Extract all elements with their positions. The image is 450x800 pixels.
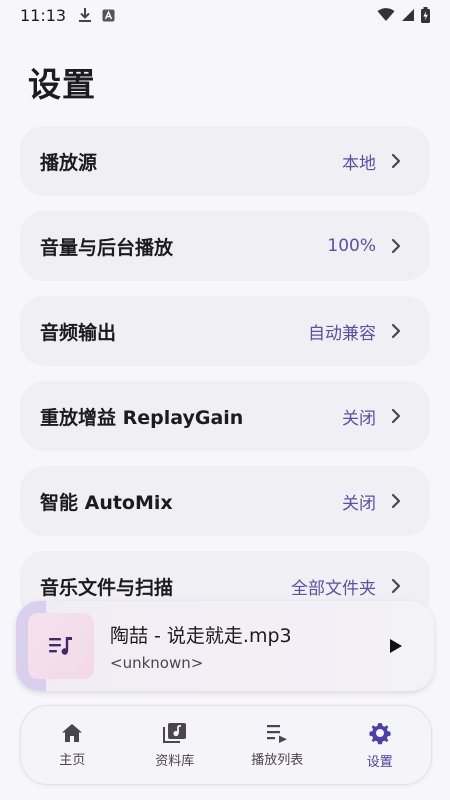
setting-label: 播放源 bbox=[40, 151, 98, 174]
now-playing-info: 陶喆 - 说走就走.mp3 <unknown> bbox=[110, 621, 292, 672]
library-icon bbox=[162, 722, 186, 743]
mini-player[interactable]: 陶喆 - 说走就走.mp3 <unknown> bbox=[16, 601, 434, 691]
nav-item-settings[interactable]: 设置 bbox=[330, 721, 430, 770]
play-icon bbox=[390, 639, 402, 653]
play-button[interactable] bbox=[384, 634, 408, 658]
status-bar: 11:13 bbox=[0, 0, 450, 30]
track-title: 陶喆 - 说走就走.mp3 bbox=[110, 624, 292, 647]
nav-item-playlist[interactable]: 播放列表 bbox=[227, 723, 327, 768]
setting-value: 关闭 bbox=[342, 493, 376, 514]
chevron-right-icon bbox=[391, 578, 401, 594]
chevron-right-icon bbox=[391, 323, 401, 339]
setting-value: 自动兼容 bbox=[308, 323, 376, 344]
status-left-icons bbox=[78, 7, 115, 23]
setting-volume-background[interactable]: 音量与后台播放 100% bbox=[20, 211, 430, 281]
setting-automix[interactable]: 智能 AutoMix 关闭 bbox=[20, 466, 430, 536]
music-list-icon bbox=[49, 637, 72, 655]
nav-label: 主页 bbox=[59, 752, 86, 768]
nav-label: 播放列表 bbox=[251, 752, 304, 768]
download-icon bbox=[78, 7, 92, 23]
home-icon bbox=[62, 723, 83, 742]
nav-label: 设置 bbox=[366, 754, 393, 770]
status-right-icons bbox=[377, 7, 430, 23]
setting-value: 全部文件夹 bbox=[291, 578, 376, 599]
chevron-right-icon bbox=[391, 408, 401, 424]
nav-label: 资料库 bbox=[155, 753, 195, 769]
status-time: 11:13 bbox=[20, 5, 67, 25]
setting-value: 100% bbox=[327, 236, 376, 256]
playlist-icon bbox=[267, 724, 288, 743]
chevron-right-icon bbox=[391, 238, 401, 254]
setting-label: 重放增益 ReplayGain bbox=[40, 406, 244, 429]
settings-list: 播放源 本地 音量与后台播放 100% 音频输出 自动兼容 重放增益 Repla… bbox=[20, 126, 430, 636]
setting-playback-source[interactable]: 播放源 本地 bbox=[20, 126, 430, 196]
bottom-nav: 主页 资料库 播放列表 设置 bbox=[20, 705, 432, 785]
setting-label: 音频输出 bbox=[40, 321, 117, 344]
signal-icon bbox=[401, 8, 415, 22]
chevron-right-icon bbox=[391, 153, 401, 169]
setting-value: 本地 bbox=[342, 153, 376, 174]
nav-item-home[interactable]: 主页 bbox=[22, 723, 122, 768]
track-artist: <unknown> bbox=[110, 653, 204, 672]
page-title: 设置 bbox=[28, 65, 96, 104]
setting-label: 智能 AutoMix bbox=[40, 491, 173, 514]
setting-label: 音乐文件与扫描 bbox=[40, 576, 174, 599]
setting-replaygain[interactable]: 重放增益 ReplayGain 关闭 bbox=[20, 381, 430, 451]
gear-icon bbox=[369, 722, 391, 744]
wifi-icon bbox=[377, 8, 395, 22]
setting-audio-output[interactable]: 音频输出 自动兼容 bbox=[20, 296, 430, 366]
setting-value: 关闭 bbox=[342, 408, 376, 429]
battery-icon bbox=[421, 7, 430, 23]
chevron-right-icon bbox=[391, 493, 401, 509]
nav-item-library[interactable]: 资料库 bbox=[125, 722, 225, 769]
a-letter-icon bbox=[102, 9, 115, 22]
album-art bbox=[28, 613, 94, 679]
setting-label: 音量与后台播放 bbox=[40, 236, 174, 259]
